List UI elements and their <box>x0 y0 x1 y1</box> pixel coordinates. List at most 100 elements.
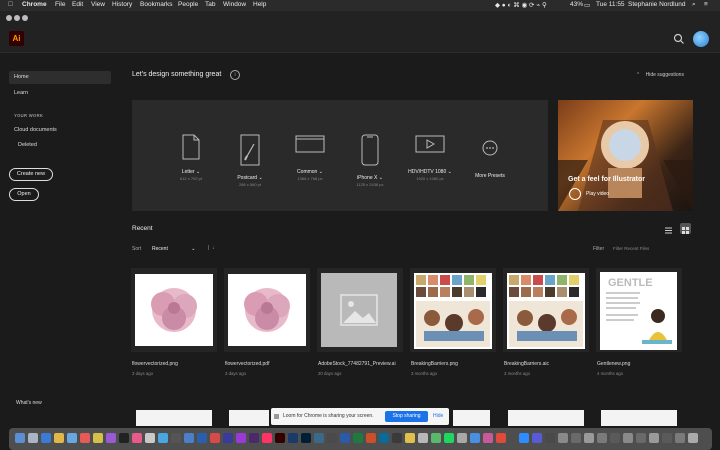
file-thumbnail-gentlenew-png[interactable]: GENTLE <box>596 268 682 352</box>
promo-card[interactable]: Get a feel for Illustrator Play video <box>558 100 693 211</box>
app-icon[interactable] <box>496 433 506 443</box>
file-thumbnail-flowervectorized-png[interactable] <box>131 268 217 352</box>
file-name[interactable]: AdobeStock_77482791_Preview.ai <box>318 361 396 367</box>
sidebar-item-deleted[interactable]: Deleted <box>18 142 37 148</box>
file-name[interactable]: flowervectorized.png <box>132 361 178 367</box>
info-icon[interactable]: i <box>230 70 240 80</box>
file-name[interactable]: flowervectorized.pdf <box>225 361 269 367</box>
battery-percent[interactable]: 43% <box>570 1 583 8</box>
illustrator-icon[interactable] <box>275 433 285 443</box>
open-button[interactable]: Open <box>9 188 39 201</box>
app-icon[interactable] <box>184 433 194 443</box>
menu-help[interactable]: Help <box>253 1 266 8</box>
app-icon[interactable] <box>597 433 607 443</box>
sidebar-item-cloud-documents[interactable]: Cloud documents <box>14 127 57 133</box>
file-thumbnail-partial[interactable] <box>508 410 584 426</box>
file-thumbnail-partial[interactable] <box>136 410 212 426</box>
launchpad-icon[interactable] <box>28 433 38 443</box>
app-icon[interactable] <box>571 433 581 443</box>
app-icon[interactable] <box>662 433 672 443</box>
file-name[interactable]: Gentlenew.png <box>597 361 630 367</box>
sort-direction-icon[interactable]: | ↓ <box>208 245 215 251</box>
sidebar-item-learn[interactable]: Learn <box>14 90 28 96</box>
preview-icon[interactable] <box>145 433 155 443</box>
notes-icon[interactable] <box>93 433 103 443</box>
photoshop-icon[interactable] <box>301 433 311 443</box>
create-new-button[interactable]: Create new <box>9 168 53 181</box>
app-icon[interactable] <box>636 433 646 443</box>
finder-icon[interactable] <box>15 433 25 443</box>
app-icon[interactable] <box>431 433 441 443</box>
play-icon[interactable] <box>569 188 581 200</box>
app-icon[interactable] <box>483 433 493 443</box>
app-icon[interactable] <box>457 433 467 443</box>
menu-view[interactable]: View <box>91 1 105 8</box>
user-name[interactable]: Stephanie Nordlund <box>628 1 685 8</box>
app-icon[interactable] <box>327 433 337 443</box>
app-icon[interactable] <box>379 433 389 443</box>
app-icon[interactable] <box>197 433 207 443</box>
grid-view-icon[interactable] <box>680 223 691 234</box>
control-center-icon[interactable]: ≡ <box>704 1 708 8</box>
app-store-icon[interactable] <box>158 433 168 443</box>
minimize-window-button[interactable] <box>14 15 20 21</box>
trash-icon[interactable] <box>688 433 698 443</box>
preset-more-presets[interactable]: More Presets <box>455 140 525 179</box>
podcasts-icon[interactable] <box>106 433 116 443</box>
sort-dropdown[interactable]: Recent ⌄ <box>152 246 195 252</box>
app-icon[interactable] <box>249 433 259 443</box>
app-icon[interactable] <box>80 433 90 443</box>
app-icon[interactable] <box>675 433 685 443</box>
menu-edit[interactable]: Edit <box>72 1 83 8</box>
app-icon[interactable] <box>584 433 594 443</box>
chrome-icon[interactable] <box>54 433 64 443</box>
safari-icon[interactable] <box>41 433 51 443</box>
app-icon[interactable] <box>223 433 233 443</box>
excel-icon[interactable] <box>353 433 363 443</box>
menu-history[interactable]: History <box>112 1 132 8</box>
clock[interactable]: Tue 11:55 <box>596 1 625 8</box>
search-spotlight-icon[interactable]: ⌕ <box>692 1 696 9</box>
menu-bookmarks[interactable]: Bookmarks <box>140 1 173 8</box>
stop-sharing-button[interactable]: Stop sharing <box>385 411 428 422</box>
app-icon[interactable] <box>418 433 428 443</box>
file-thumbnail-partial[interactable] <box>229 410 269 426</box>
battery-icon[interactable]: ▭ <box>584 1 590 9</box>
app-icon[interactable] <box>623 433 633 443</box>
file-name[interactable]: BreakingBarriers.aic <box>504 361 549 367</box>
menu-file[interactable]: File <box>55 1 65 8</box>
file-name[interactable]: BreakingBarriers.png <box>411 361 458 367</box>
messages-icon[interactable] <box>67 433 77 443</box>
indesign-icon[interactable] <box>262 433 272 443</box>
word-icon[interactable] <box>340 433 350 443</box>
app-icon[interactable] <box>392 433 402 443</box>
file-thumbnail-adobestock[interactable] <box>317 268 403 352</box>
drag-handle-icon[interactable] <box>274 414 279 419</box>
hide-suggestions-button[interactable]: ⌃ Hide suggestions <box>636 72 684 78</box>
lightroom-icon[interactable] <box>314 433 324 443</box>
system-preferences-icon[interactable] <box>171 433 181 443</box>
search-icon[interactable] <box>673 33 685 45</box>
whats-new-link[interactable]: What's new <box>16 400 42 406</box>
app-icon[interactable] <box>470 433 480 443</box>
filter-input[interactable]: Filter Recent Files <box>610 243 695 254</box>
app-icon[interactable] <box>649 433 659 443</box>
tv-icon[interactable] <box>119 433 129 443</box>
list-view-icon[interactable] <box>663 223 674 234</box>
app-icon[interactable] <box>236 433 246 443</box>
zoom-window-button[interactable] <box>22 15 28 21</box>
play-video-link[interactable]: Play video <box>586 191 609 197</box>
spotify-icon[interactable] <box>444 433 454 443</box>
menubar-app-name[interactable]: Chrome <box>22 1 47 8</box>
app-icon[interactable] <box>532 433 542 443</box>
app-icon[interactable] <box>210 433 220 443</box>
avatar[interactable] <box>693 31 709 47</box>
sidebar-item-home[interactable]: Home <box>9 71 111 84</box>
status-icons[interactable]: ◆ ● ◐ ⌘ ◉ ⟳ ⌁ ⚲ <box>495 1 547 9</box>
apple-icon[interactable]:  <box>8 1 13 8</box>
file-thumbnail-partial[interactable] <box>601 410 677 426</box>
file-thumbnail-partial[interactable] <box>453 410 490 426</box>
powerpoint-icon[interactable] <box>366 433 376 443</box>
file-thumbnail-flowervectorized-pdf[interactable] <box>224 268 310 352</box>
file-thumbnail-breakingbarriers-png[interactable] <box>410 268 496 352</box>
